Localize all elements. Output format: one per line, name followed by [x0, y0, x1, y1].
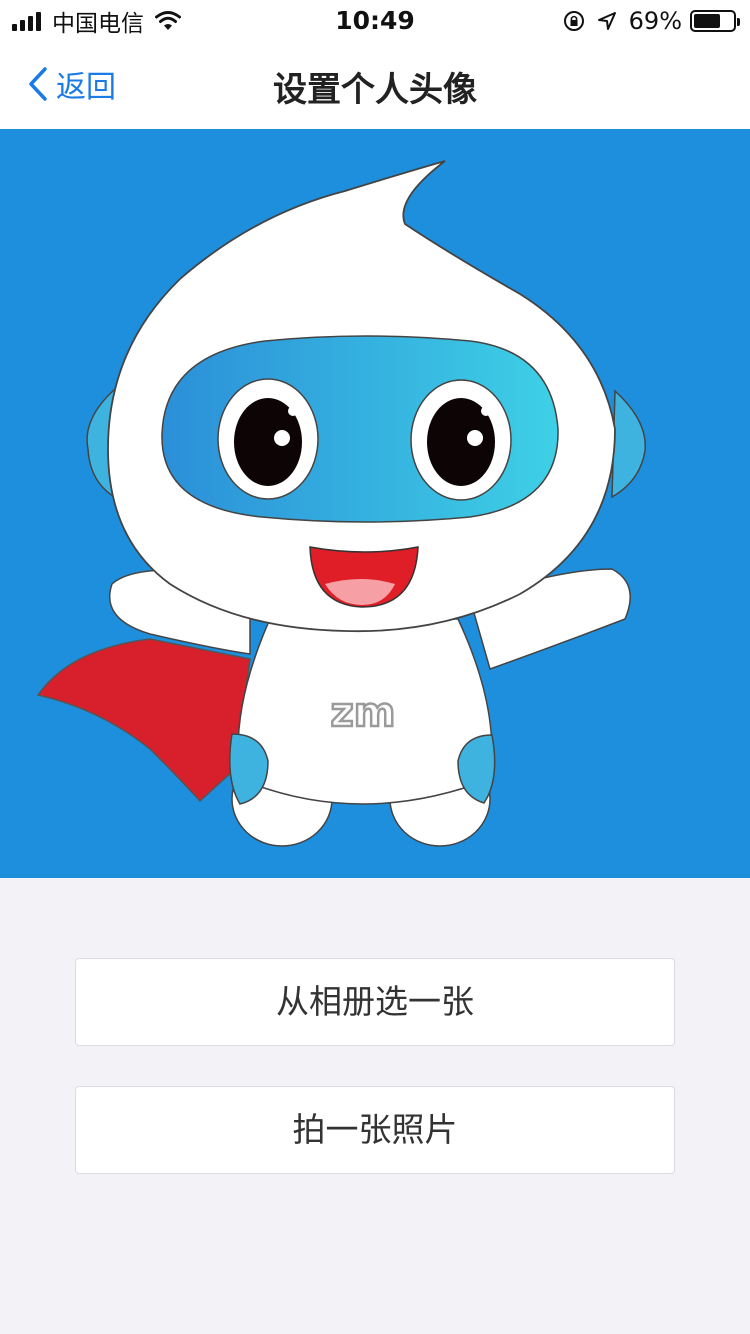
rotation-lock-icon [563, 10, 585, 32]
header: 中国电信 10:49 69% 返回 设置个人头像 [0, 0, 750, 129]
status-bar: 中国电信 10:49 69% [0, 0, 750, 40]
choose-from-album-button[interactable]: 从相册选一张 [75, 958, 675, 1046]
navigation-bar: 返回 设置个人头像 [0, 40, 750, 129]
location-arrow-icon [597, 11, 617, 31]
page-title: 设置个人头像 [273, 70, 477, 110]
mascot-logo: zm [331, 690, 396, 736]
avatar-preview[interactable]: zm [0, 129, 750, 878]
status-right: 69% [563, 6, 740, 36]
robot-mascot-image: zm [36, 160, 646, 847]
battery-percent: 69% [628, 7, 682, 35]
take-photo-button[interactable]: 拍一张照片 [75, 1086, 675, 1174]
battery-icon [690, 10, 740, 32]
